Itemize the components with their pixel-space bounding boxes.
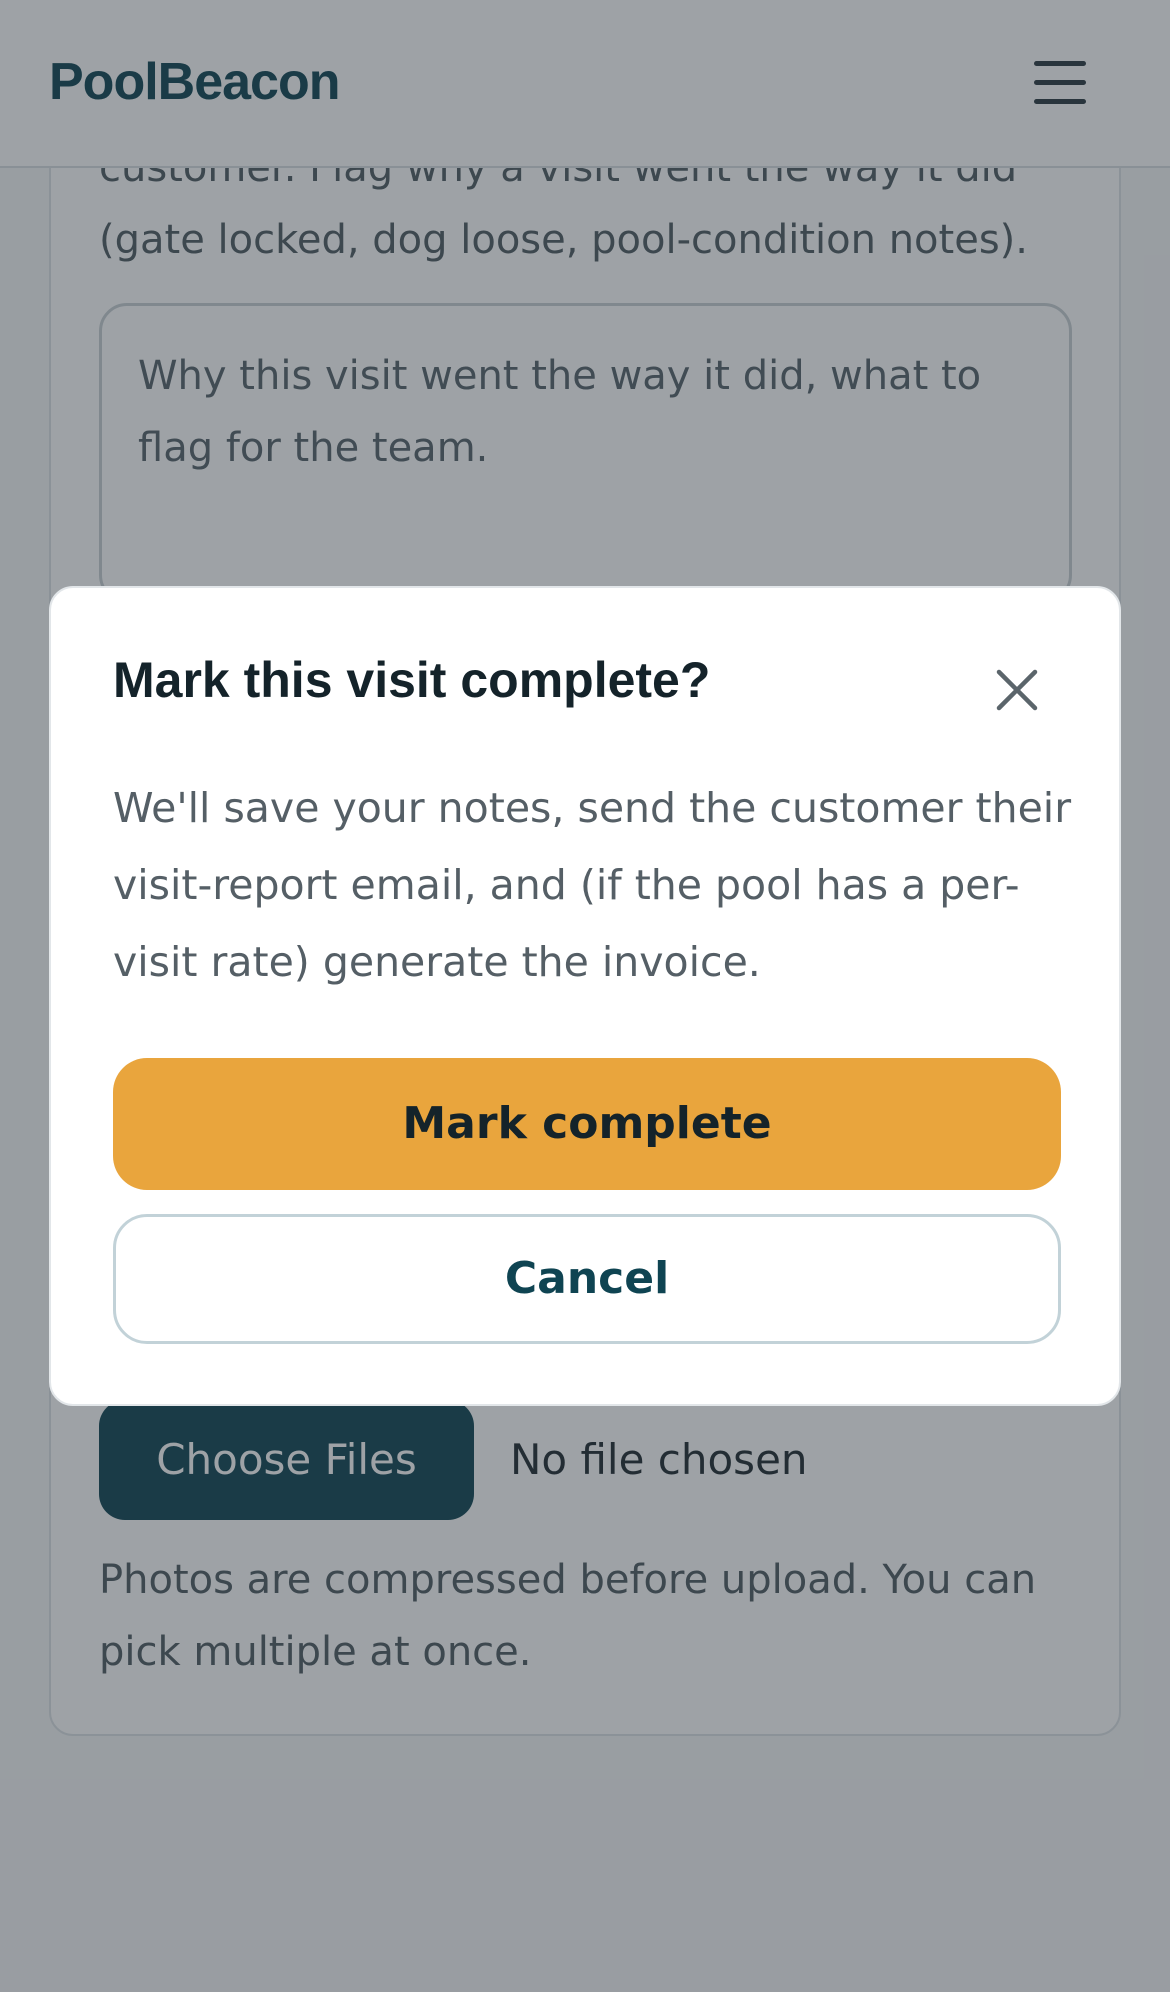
mark-complete-button[interactable]: Mark complete — [113, 1058, 1061, 1190]
dialog-title: Mark this visit complete? — [113, 652, 711, 708]
close-icon[interactable] — [989, 662, 1045, 718]
cancel-button[interactable]: Cancel — [113, 1214, 1061, 1344]
confirm-complete-dialog: Mark this visit complete? We'll save you… — [49, 586, 1121, 1406]
close-icon-glyph — [996, 669, 1038, 711]
dialog-body-text: We'll save your notes, send the customer… — [113, 784, 1072, 986]
